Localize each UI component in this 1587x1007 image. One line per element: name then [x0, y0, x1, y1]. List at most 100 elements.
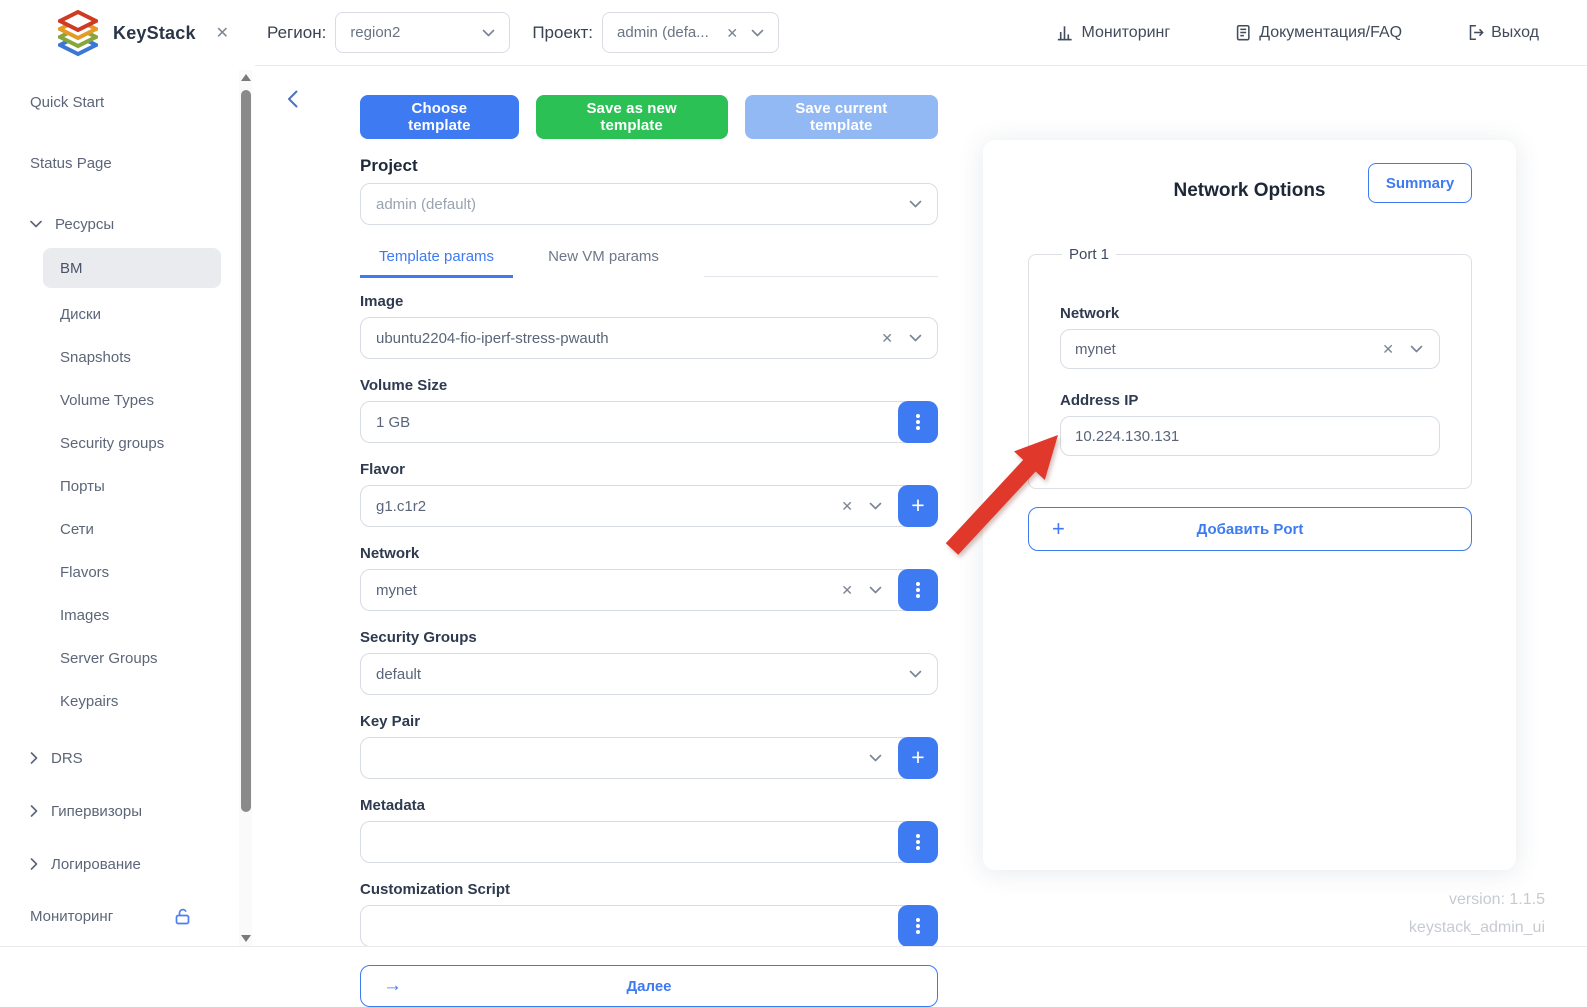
- sidebar-item-disks[interactable]: Диски: [0, 304, 255, 324]
- sidebar-item-flavors[interactable]: Flavors: [0, 562, 255, 582]
- clear-icon[interactable]: ✕: [881, 331, 893, 345]
- next-button[interactable]: → Далее: [360, 965, 938, 1007]
- back-chevron-icon[interactable]: [287, 90, 298, 108]
- save-current-template-button[interactable]: Save current template: [745, 95, 939, 139]
- sidebar-item-security-groups[interactable]: Security groups: [0, 433, 255, 453]
- chevron-down-icon[interactable]: [869, 586, 882, 594]
- sidebar-item-ports[interactable]: Порты: [0, 476, 255, 496]
- arrow-right-icon: →: [383, 975, 402, 997]
- sidebar-item-images[interactable]: Images: [0, 605, 255, 625]
- sidebar-item-quick-start[interactable]: Quick Start: [0, 92, 255, 112]
- document-icon: [1234, 23, 1252, 42]
- clear-icon[interactable]: ✕: [841, 583, 853, 597]
- chevron-down-icon[interactable]: [909, 200, 922, 208]
- port-1-fieldset: Port 1 Network mynet ✕ Address IP: [1028, 246, 1472, 489]
- network-options-menu-button[interactable]: [898, 569, 938, 611]
- tabs-divider: [704, 238, 938, 277]
- nav-monitoring[interactable]: Мониторинг: [1055, 23, 1170, 42]
- keystack-logo-icon: [58, 10, 98, 57]
- app-name-text: keystack_admin_ui: [1409, 914, 1545, 942]
- scroll-up-icon[interactable]: [241, 74, 251, 81]
- sidebar-item-status-page[interactable]: Status Page: [0, 153, 255, 173]
- sidebar-item-snapshots[interactable]: Snapshots: [0, 347, 255, 367]
- chevron-down-icon[interactable]: [909, 670, 922, 678]
- clear-icon[interactable]: ✕: [1382, 342, 1394, 356]
- sidebar-group-hypervisors[interactable]: Гипервизоры: [0, 801, 255, 821]
- sidebar-item-networks[interactable]: Сети: [0, 519, 255, 539]
- sidebar-item-server-groups[interactable]: Server Groups: [0, 648, 255, 668]
- flavor-label: Flavor: [360, 461, 938, 478]
- volume-size-menu-button[interactable]: [898, 401, 938, 443]
- kebab-icon: [916, 840, 920, 844]
- metadata-menu-button[interactable]: [898, 821, 938, 863]
- flavor-select-wrap: g1.c1r2 ✕ +: [360, 485, 938, 527]
- region-select[interactable]: region2: [335, 12, 510, 53]
- scroll-down-icon[interactable]: [241, 935, 251, 942]
- version-text: version: 1.1.5: [1409, 886, 1545, 914]
- customization-script-input[interactable]: [360, 905, 938, 947]
- bar-chart-icon: [1055, 23, 1074, 42]
- sidebar-item-volume-types[interactable]: Volume Types: [0, 390, 255, 410]
- sidebar-close-icon[interactable]: ✕: [216, 23, 229, 43]
- customization-script-menu-button[interactable]: [898, 905, 938, 947]
- params-tabs: Template params New VM params: [360, 238, 938, 278]
- save-as-new-template-button[interactable]: Save as new template: [536, 95, 728, 139]
- chevron-down-icon[interactable]: [869, 502, 882, 510]
- chevron-right-icon: [30, 858, 38, 870]
- sidebar-item-monitoring[interactable]: Мониторинг: [0, 907, 225, 926]
- choose-template-button[interactable]: Choose template: [360, 95, 519, 139]
- sidebar-scrollbar[interactable]: [239, 70, 252, 946]
- brand-area: KeyStack ✕: [0, 0, 255, 66]
- nav-docs[interactable]: Документация/FAQ: [1234, 23, 1402, 42]
- volume-size-input[interactable]: [360, 401, 938, 443]
- project-select[interactable]: admin (default): [360, 183, 938, 225]
- template-toolbar: Choose template Save as new template Sav…: [360, 95, 938, 139]
- chevron-down-icon[interactable]: [909, 334, 922, 342]
- kebab-icon: [916, 420, 920, 424]
- kebab-icon: [916, 924, 920, 928]
- project-select[interactable]: admin (defa... ✕: [602, 12, 779, 53]
- add-key-pair-button[interactable]: +: [898, 737, 938, 779]
- sidebar-group-logging[interactable]: Логирование: [0, 854, 255, 874]
- scrollbar-thumb[interactable]: [241, 90, 251, 812]
- security-groups-label: Security Groups: [360, 629, 938, 646]
- volume-size-wrap: [360, 401, 938, 443]
- volume-size-label: Volume Size: [360, 377, 938, 394]
- chevron-down-icon[interactable]: [1410, 345, 1423, 353]
- top-header: KeyStack ✕ Регион: region2 Проект: admin…: [0, 0, 1587, 66]
- security-groups-select[interactable]: default: [360, 653, 938, 695]
- add-port-button[interactable]: + Добавить Port: [1028, 507, 1472, 551]
- key-pair-label: Key Pair: [360, 713, 938, 730]
- chevron-down-icon: [30, 220, 42, 228]
- project-label: Проект:: [532, 23, 593, 43]
- port-network-select-wrap: mynet ✕: [1060, 329, 1440, 369]
- unlock-icon: [173, 907, 192, 926]
- port-network-label: Network: [1060, 305, 1440, 322]
- region-label: Регион:: [267, 23, 326, 43]
- key-pair-select[interactable]: [360, 737, 938, 779]
- metadata-label: Metadata: [360, 797, 938, 814]
- add-flavor-button[interactable]: +: [898, 485, 938, 527]
- sidebar-item-keypairs[interactable]: Keypairs: [0, 691, 255, 711]
- clear-icon[interactable]: ✕: [726, 26, 738, 40]
- image-label: Image: [360, 293, 938, 310]
- sidebar-group-resources[interactable]: Ресурсы: [0, 214, 255, 234]
- chevron-down-icon[interactable]: [482, 29, 495, 37]
- address-ip-label: Address IP: [1060, 392, 1440, 409]
- header-nav: Мониторинг Документация/FAQ Выход: [1055, 23, 1587, 42]
- tab-template-params[interactable]: Template params: [360, 238, 513, 278]
- clear-icon[interactable]: ✕: [841, 499, 853, 513]
- main-content: Choose template Save as new template Sav…: [255, 66, 1587, 952]
- sidebar-item-vm[interactable]: ВМ: [43, 248, 221, 288]
- plus-icon: +: [911, 494, 924, 517]
- customization-script-wrap: [360, 905, 938, 947]
- image-select[interactable]: ubuntu2204-fio-iperf-stress-pwauth: [360, 317, 938, 359]
- metadata-input[interactable]: [360, 821, 938, 863]
- chevron-down-icon[interactable]: [869, 754, 882, 762]
- address-ip-input[interactable]: [1060, 416, 1440, 456]
- sidebar-group-drs[interactable]: DRS: [0, 748, 255, 768]
- nav-logout[interactable]: Выход: [1466, 23, 1539, 42]
- summary-button[interactable]: Summary: [1368, 163, 1472, 203]
- tab-new-vm-params[interactable]: New VM params: [529, 238, 678, 278]
- chevron-down-icon[interactable]: [751, 29, 764, 37]
